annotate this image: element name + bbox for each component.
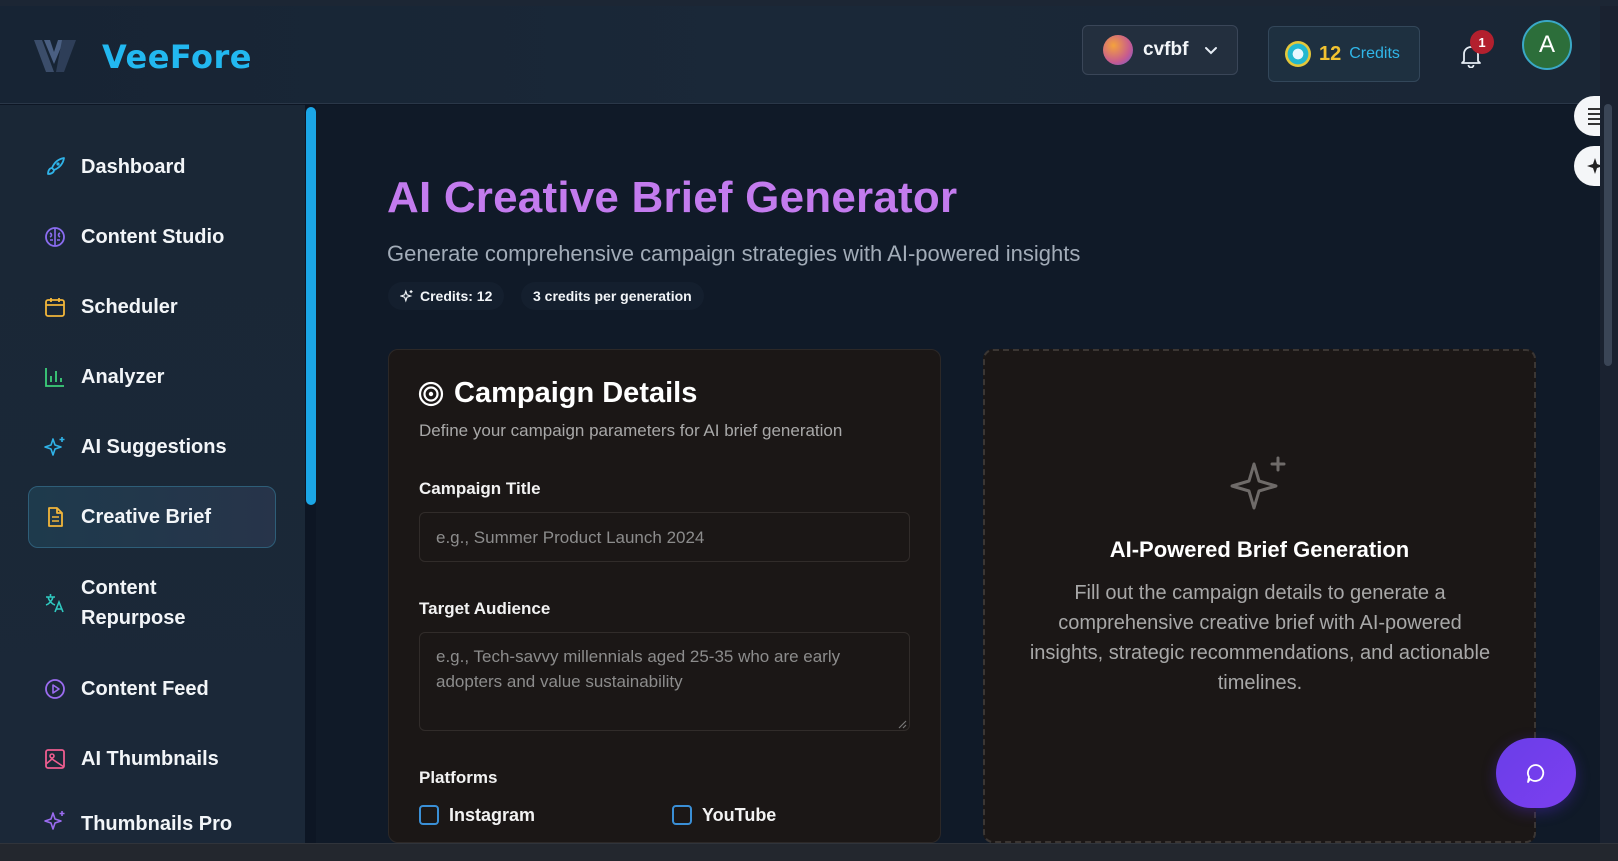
coin-icon [1285,41,1311,67]
sidebar-item-content-studio[interactable]: Content Studio [28,206,276,268]
sidebar-item-label: Creative Brief [81,506,212,528]
cost-pill: 3 credits per generation [521,282,704,310]
target-icon [418,381,444,406]
sidebar-item-content-repurpose[interactable]: Content Repurpose [28,570,276,636]
sparkles-icon [400,289,413,303]
sidebar-item-label: AI Thumbnails [81,748,219,770]
credits-pill-text: Credits: 12 [420,288,493,304]
sidebar-item-label: Content Studio [81,226,225,248]
sidebar-item-ai-thumbnails[interactable]: AI Thumbnails [28,728,276,790]
instagram-checkbox[interactable] [419,805,439,825]
sparkles-icon [44,811,65,830]
sparkles-icon [44,437,65,456]
sidebar-item-analyzer[interactable]: Analyzer [28,346,276,408]
credits-value: 12 [1319,42,1342,65]
card-title: Campaign Details [418,377,697,410]
chevron-down-icon [1205,47,1218,55]
chat-bubble-icon [1527,764,1545,783]
card-title-text: Campaign Details [454,377,698,409]
workspace-avatar [1103,35,1133,65]
platforms-label: Platforms [419,768,498,787]
sparkles-icon [1230,456,1286,510]
page-subtitle: Generate comprehensive campaign strategi… [387,241,1081,266]
page-scrollbar-thumb[interactable] [1604,104,1612,366]
brain-icon [45,227,65,247]
user-avatar[interactable]: A [1522,20,1572,70]
instagram-checkbox-label[interactable]: Instagram [449,805,535,826]
target-audience-label: Target Audience [419,599,551,618]
rocket-icon [47,157,65,175]
chat-button[interactable] [1496,738,1576,808]
document-icon [48,507,63,527]
sidebar-item-creative-brief[interactable]: Creative Brief [28,486,276,548]
youtube-checkbox-label[interactable]: YouTube [702,805,776,826]
credits-pill: Credits: 12 [388,282,505,310]
sidebar-item-ai-suggestions[interactable]: AI Suggestions [28,416,276,478]
sidebar-item-content-feed[interactable]: Content Feed [28,658,276,720]
sidebar-item-scheduler[interactable]: Scheduler [28,276,276,338]
play-circle-icon [45,679,65,699]
sidebar-scrollbar[interactable] [306,107,316,505]
cost-pill-text: 3 credits per generation [533,288,692,304]
sidebar-item-label: AI Suggestions [81,436,227,458]
sidebar-item-label: Thumbnails Pro [81,813,233,835]
campaign-title-input[interactable]: e.g., Summer Product Launch 2024 [419,512,910,562]
target-audience-textarea[interactable]: e.g., Tech-savvy millennials aged 25-35 … [419,632,910,731]
sidebar-item-thumbnails-pro[interactable]: Thumbnails Pro [28,798,276,843]
calendar-icon [45,298,65,317]
sidebar-item-label: Analyzer [81,366,165,388]
credits-label: Credits [1349,45,1400,62]
app-logo-text[interactable]: VeeFore [102,38,252,76]
card-description: Define your campaign parameters for AI b… [419,421,843,440]
image-icon [45,749,65,769]
workspace-name: cvfbf [1143,39,1189,60]
notification-badge: 1 [1470,30,1494,54]
workspace-switcher[interactable]: cvfbf [1082,25,1238,75]
sidebar-item-label: Content Repurpose [81,577,186,629]
page-title: AI Creative Brief Generator [387,173,958,222]
youtube-checkbox[interactable] [672,805,692,825]
translate-icon [45,594,64,613]
resize-handle-icon[interactable] [898,720,907,729]
sidebar-item-dashboard[interactable]: Dashboard [28,136,276,198]
os-taskbar [0,843,1618,861]
preview-title: AI-Powered Brief Generation [1109,537,1410,562]
sidebar-item-label: Content Feed [81,678,209,700]
sidebar-item-label: Scheduler [81,296,178,318]
campaign-title-label: Campaign Title [419,479,541,498]
preview-description: Fill out the campaign details to generat… [1029,582,1491,694]
credits-display[interactable]: 12 Credits [1268,26,1420,82]
sidebar-item-label: Dashboard [81,156,186,178]
veefore-logo-icon [34,40,76,72]
bar-chart-icon [45,368,64,387]
